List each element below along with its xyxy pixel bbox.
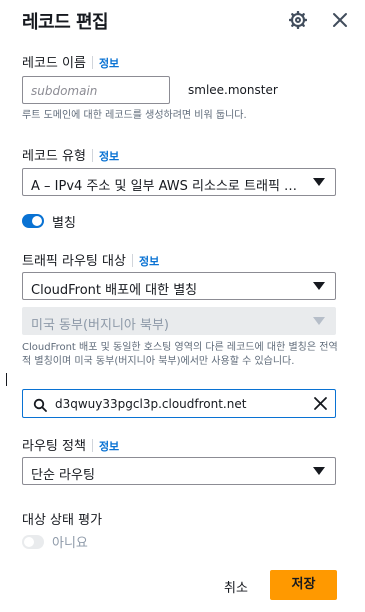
routing-policy-label-row: 라우팅 정책 정보 [22,435,119,454]
clear-icon[interactable] [313,396,328,415]
health-eval-label: 대상 상태 평가 [22,513,103,528]
record-type-info-link[interactable]: 정보 [99,150,119,163]
toggle-knob [32,216,42,226]
routing-policy-select[interactable]: 단순 라우팅 [22,457,336,485]
region-value: 미국 동부(버지니아 북부) [31,318,170,333]
endpoint-select[interactable]: CloudFront 배포에 대한 별칭 [22,272,336,300]
gear-icon[interactable] [288,10,308,30]
record-type-value: A – IPv4 주소 및 일부 AWS 리소스로 트래픽 라우팅 [31,179,320,194]
region-select: 미국 동부(버지니아 북부) [22,307,336,335]
domain-suffix: smlee.monster [188,83,278,97]
routing-policy-info-link[interactable]: 정보 [99,440,119,453]
caret-down-icon [313,178,325,186]
traffic-target-hint: CloudFront 배포 및 동일한 호스팅 영역의 다른 레코드에 대한 별… [22,342,338,367]
routing-policy-label: 라우팅 정책 [22,439,86,454]
traffic-target-label: 트래픽 라우팅 대상 [22,254,126,269]
caret-down-icon [313,317,325,325]
caret-down-icon [313,282,325,290]
health-eval-toggle-label: 아니요 [52,536,88,551]
record-name-info-link[interactable]: 정보 [99,57,119,70]
record-type-label-row: 레코드 유형 정보 [22,145,119,164]
page-title: 레코드 편집 [22,12,109,33]
record-name-label-row: 레코드 이름 정보 [22,52,119,71]
traffic-target-label-row: 트래픽 라우팅 대상 정보 [22,250,159,269]
alias-toggle[interactable] [22,214,44,228]
text-cursor [6,373,7,386]
record-type-select[interactable]: A – IPv4 주소 및 일부 AWS 리소스로 트래픽 라우팅 [22,168,336,196]
alias-target-search[interactable]: d3qwuy33pgcl3p.cloudfront.net [22,389,336,418]
close-icon[interactable] [330,10,350,30]
record-name-hint: 루트 도메인에 대한 레코드를 생성하려면 비워 둡니다. [22,110,247,121]
subdomain-input[interactable]: subdomain [22,76,170,104]
cancel-button[interactable]: 취소 [224,577,248,596]
endpoint-value: CloudFront 배포에 대한 별칭 [31,283,198,298]
health-eval-toggle [22,535,44,549]
alias-label: 별칭 [52,216,76,231]
record-name-label: 레코드 이름 [22,56,86,71]
routing-policy-value: 단순 라우팅 [31,468,95,483]
traffic-target-info-link[interactable]: 정보 [139,255,159,268]
alias-target-value: d3qwuy33pgcl3p.cloudfront.net [55,397,247,411]
caret-down-icon [313,467,325,475]
search-icon [33,397,47,416]
save-button[interactable]: 저장 [270,570,337,600]
record-type-label: 레코드 유형 [22,149,86,164]
toggle-knob [24,537,34,547]
